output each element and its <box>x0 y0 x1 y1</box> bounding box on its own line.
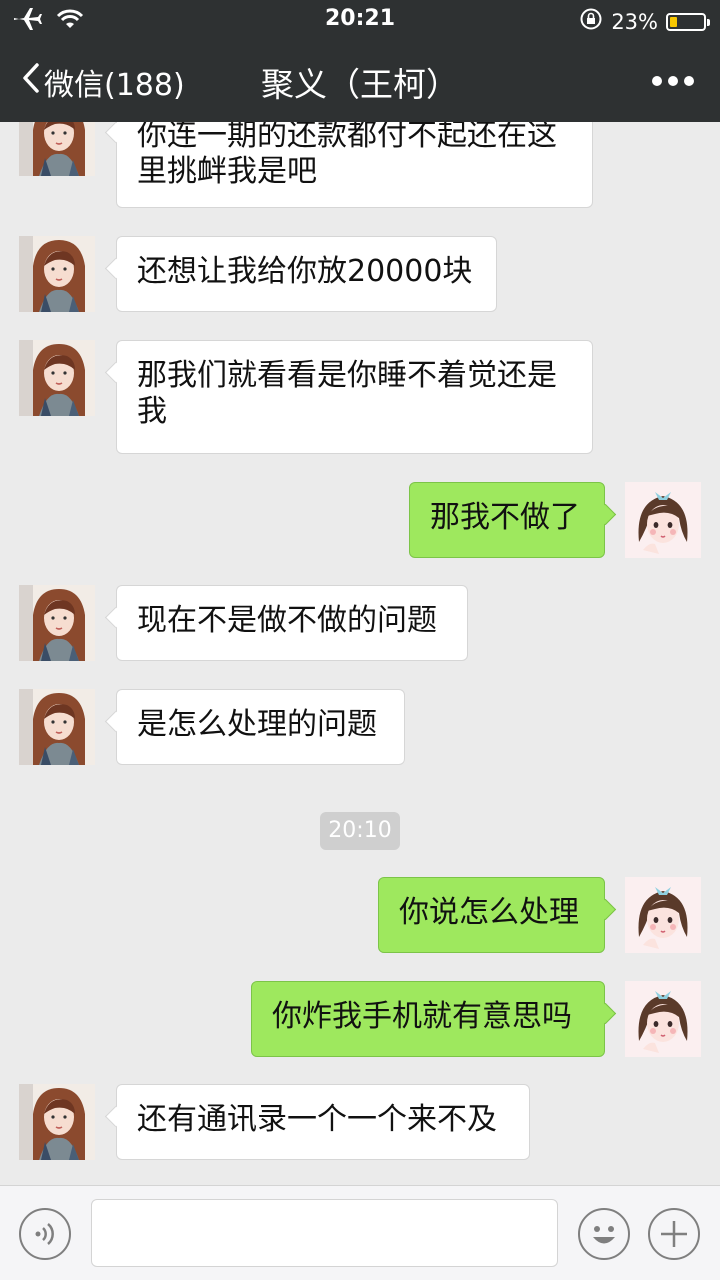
voice-icon <box>21 1223 69 1262</box>
contact-avatar[interactable] <box>19 340 95 416</box>
received-bubble[interactable]: 现在不是做不做的问题 <box>116 585 468 661</box>
received-bubble[interactable]: 是怎么处理的问题 <box>116 689 405 765</box>
top-bar: 20:21 23% 微信(188) 聚义（王柯） <box>0 0 720 122</box>
status-bar: 20:21 23% <box>0 0 720 40</box>
my-avatar[interactable] <box>625 981 701 1057</box>
battery-percent: 23% <box>611 9 658 34</box>
received-bubble[interactable]: 还有通讯录一个一个来不及 <box>116 1084 530 1160</box>
time-divider: 20:10 <box>320 812 400 850</box>
contact-avatar[interactable] <box>19 236 95 312</box>
sent-bubble[interactable]: 你炸我手机就有意思吗 <box>251 981 605 1057</box>
contact-avatar[interactable] <box>19 122 95 176</box>
battery-fill <box>670 16 677 27</box>
received-bubble[interactable]: 你连一期的还款都付不起还在这里挑衅我是吧 <box>116 122 593 208</box>
more-button[interactable] <box>652 76 694 86</box>
message-input[interactable] <box>91 1199 558 1267</box>
my-avatar[interactable] <box>625 877 701 953</box>
chat-title: 聚义（王柯） <box>261 65 459 104</box>
battery-icon <box>666 12 710 31</box>
more-dot <box>684 76 694 86</box>
plus-button[interactable] <box>648 1208 700 1260</box>
contact-avatar[interactable] <box>19 689 95 765</box>
nav-bar: 微信(188) 聚义（王柯） <box>0 40 720 122</box>
status-right: 23% <box>579 7 710 36</box>
received-bubble[interactable]: 那我们就看看是你睡不着觉还是我 <box>116 340 593 454</box>
contact-avatar[interactable] <box>19 585 95 661</box>
sent-bubble[interactable]: 那我不做了 <box>409 482 605 558</box>
more-dot <box>668 76 678 86</box>
orientation-lock-icon <box>579 7 603 36</box>
received-bubble[interactable]: 还想让我给你放20000块 <box>116 236 497 312</box>
my-avatar[interactable] <box>625 482 701 558</box>
plus-icon <box>650 1221 698 1262</box>
chat-area[interactable]: 你连一期的还款都付不起还在这里挑衅我是吧 还想让我给你放20000块 那我们就看… <box>0 122 720 1185</box>
more-dot <box>652 76 662 86</box>
sent-bubble[interactable]: 你说怎么处理 <box>378 877 605 953</box>
contact-avatar[interactable] <box>19 1084 95 1160</box>
input-bar <box>0 1185 720 1280</box>
emoji-button[interactable] <box>578 1208 630 1260</box>
emoji-icon <box>580 1226 628 1262</box>
voice-button[interactable] <box>19 1208 71 1260</box>
